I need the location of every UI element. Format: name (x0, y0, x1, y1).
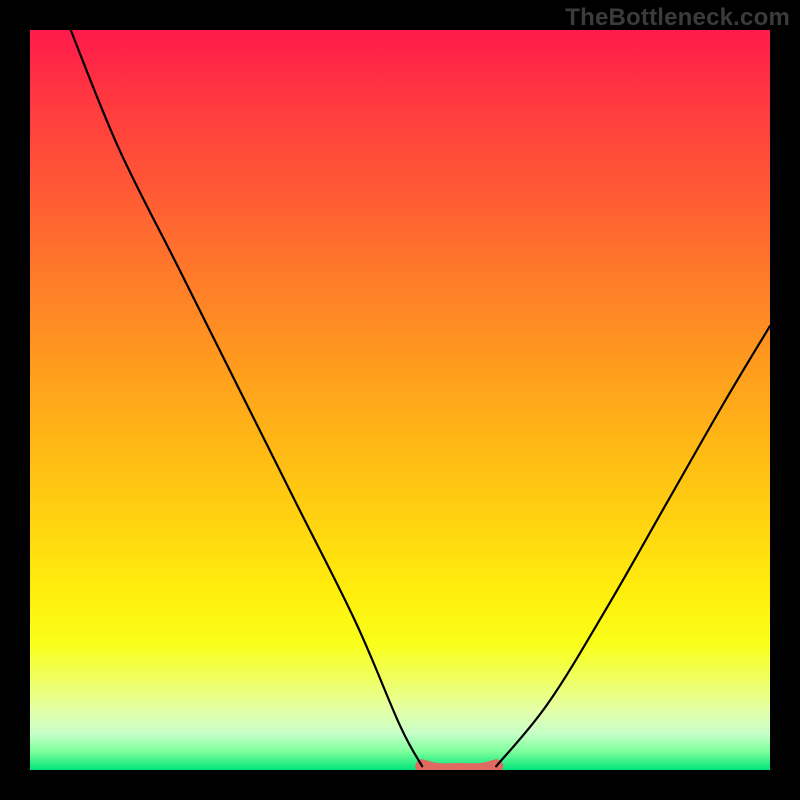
right-curve-line (496, 326, 770, 766)
plot-area (30, 30, 770, 770)
chart-frame: TheBottleneck.com (0, 0, 800, 800)
valley-accent-line (422, 766, 496, 770)
curves-svg (30, 30, 770, 770)
watermark-text: TheBottleneck.com (565, 4, 790, 32)
left-curve-line (71, 30, 423, 766)
